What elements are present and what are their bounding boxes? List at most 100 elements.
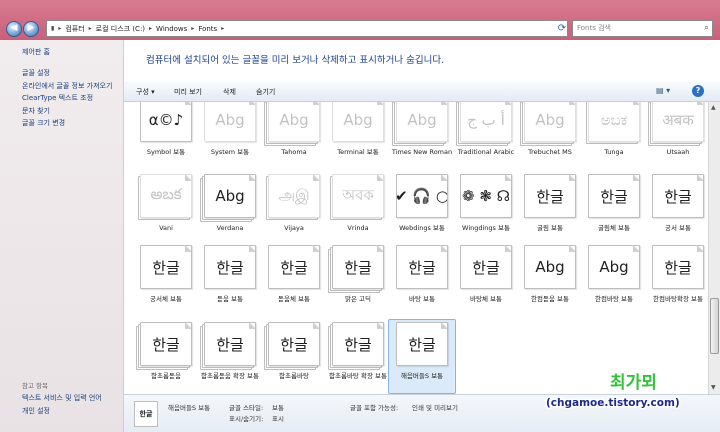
font-name-label: Webdings 보통 xyxy=(399,224,445,232)
font-name-label: 맑은 고딕 xyxy=(345,295,371,303)
get-font-info-online-link[interactable]: 온라인에서 글꼴 정보 가져오기 xyxy=(22,81,112,94)
forward-arrow-icon[interactable]: ▶ xyxy=(23,21,39,37)
font-sample-text: Abg xyxy=(343,111,373,129)
find-character-link[interactable]: 문자 찾기 xyxy=(22,106,112,119)
vertical-scrollbar[interactable]: ▲ ▼ xyxy=(708,102,720,394)
address-bar[interactable]: ▮ ▸ 컴퓨터 ▸ 로컬 디스크 (C:) ▸ Windows ▸ Fonts … xyxy=(46,20,568,37)
font-file-icon: 한글 xyxy=(524,174,576,218)
font-sample-text: অবক xyxy=(342,185,374,204)
font-name-label: 굴림체 보통 xyxy=(598,224,630,232)
font-sample-text: 한글 xyxy=(664,258,692,277)
font-name-label: 궁서체 보통 xyxy=(150,295,182,303)
font-file-icon: 한글 xyxy=(396,322,448,366)
scrollbar-thumb[interactable] xyxy=(710,298,719,354)
font-name-label: 한컴돋움 보통 xyxy=(531,295,569,303)
font-file-icon: 한글 xyxy=(652,245,704,289)
delete-button[interactable]: 삭제 xyxy=(223,87,236,97)
personalization-link[interactable]: 개인 설정 xyxy=(22,406,102,419)
selected-font-thumbnail: 한글 xyxy=(134,401,158,427)
preview-button[interactable]: 미리 보기 xyxy=(174,87,202,97)
font-file-icon: Abg xyxy=(332,102,384,142)
font-file-icon: அஇ xyxy=(268,174,320,218)
breadcrumb-fonts[interactable]: Fonts xyxy=(198,25,217,33)
font-sample-text: أ ب ج xyxy=(467,111,505,129)
font-sample-text: 한글 xyxy=(216,258,244,277)
font-sample-text: ✔ 🎧 ○ xyxy=(396,187,448,205)
see-also-heading: 참고 항목 xyxy=(22,382,48,390)
back-arrow-icon[interactable]: ◀ xyxy=(6,21,22,37)
font-sample-text: 한글 xyxy=(152,335,180,354)
font-name-label: Symbol 보통 xyxy=(146,148,186,156)
font-sample-text: 한글 xyxy=(280,258,308,277)
font-sample-text: Abg xyxy=(535,111,565,129)
font-name-label: 함초롬돋움 확장 보통 xyxy=(201,372,259,380)
font-sample-text: ❁ ❃ ☊ xyxy=(462,187,510,205)
left-task-pane: 제어판 홈 글꼴 설정 온라인에서 글꼴 정보 가져오기 ClearType 텍… xyxy=(0,40,124,432)
font-file-icon: 한글 xyxy=(332,322,384,366)
font-file-icon: 한글 xyxy=(460,245,512,289)
font-name-label: Traditional Arabic xyxy=(457,148,515,156)
breadcrumb-windows[interactable]: Windows xyxy=(156,25,187,33)
change-font-size-link[interactable]: 글꼴 크기 변경 xyxy=(22,118,112,131)
font-name-label: 한컴바탕 보통 xyxy=(595,295,633,303)
font-style-value: 보통 xyxy=(272,404,284,412)
breadcrumb-separator-icon[interactable]: ▸ xyxy=(149,25,152,32)
font-file-icon: 한글 xyxy=(332,245,384,289)
font-file-icon: অবক xyxy=(332,174,384,218)
font-name-label: 바탕체 보통 xyxy=(470,295,502,303)
watermark-url: (chgamoe.tistory.com) xyxy=(546,397,680,409)
font-file-icon: అబక xyxy=(140,174,192,218)
font-sample-text: α©♪ xyxy=(148,111,184,129)
visibility-label: 표시/숨기기: xyxy=(229,415,264,423)
font-sample-text: Abg xyxy=(279,111,309,129)
font-sample-text: 한글 xyxy=(280,335,308,354)
breadcrumb-separator-icon[interactable]: ▸ xyxy=(89,25,92,32)
font-name-label: Verdana xyxy=(216,224,244,232)
folder-icon: ▮ xyxy=(51,25,55,32)
font-settings-link[interactable]: 글꼴 설정 xyxy=(22,68,112,81)
view-options-icon[interactable]: ▤ ▾ xyxy=(656,86,670,95)
font-file-icon: ✔ 🎧 ○ xyxy=(396,174,448,218)
font-sample-text: Abg xyxy=(599,258,629,276)
font-name-label: 함초롬바탕 xyxy=(279,372,309,380)
font-file-icon: Abg xyxy=(524,102,576,142)
font-sample-text: 한글 xyxy=(216,335,244,354)
font-name-label: Vijaya xyxy=(284,224,304,232)
font-sample-text: 한글 xyxy=(408,258,436,277)
control-panel-home-link[interactable]: 제어판 홈 xyxy=(22,47,50,57)
font-file-icon: Abg xyxy=(396,102,448,142)
font-sample-text: 한글 xyxy=(344,335,372,354)
organize-button[interactable]: 구성 ▾ xyxy=(136,87,155,97)
visibility-value: 표시 xyxy=(272,415,284,423)
breadcrumb-local-disk[interactable]: 로컬 디스크 (C:) xyxy=(96,24,145,34)
font-sample-text: Abg xyxy=(535,258,565,276)
font-file-icon: أ ب ج xyxy=(460,102,512,142)
font-file-icon: 한글 xyxy=(268,245,320,289)
font-file-icon: Abg xyxy=(524,245,576,289)
font-name-label: 바탕 보통 xyxy=(409,295,435,303)
font-file-icon: 한글 xyxy=(140,245,192,289)
text-services-link[interactable]: 텍스트 서비스 및 입력 언어 xyxy=(22,393,102,406)
font-name-label: Tunga xyxy=(604,148,624,156)
search-icon[interactable]: ⌕ xyxy=(704,21,709,36)
scroll-up-icon[interactable]: ▲ xyxy=(711,104,716,111)
breadcrumb-computer[interactable]: 컴퓨터 xyxy=(65,24,84,34)
breadcrumb-separator-icon[interactable]: ▸ xyxy=(191,25,194,32)
font-file-icon: 한글 xyxy=(140,322,192,366)
fonts-grid: α©♪ Symbol 보통 Abg System 보통 Abg Tahoma Abg Term… xyxy=(124,102,708,394)
font-sample-text: 한글 xyxy=(600,187,628,206)
search-input[interactable]: Fonts 검색 ⌕ xyxy=(572,20,713,37)
font-sample-text: 한글 xyxy=(664,187,692,206)
font-name-label: Vani xyxy=(159,224,173,232)
hide-button[interactable]: 숨기기 xyxy=(256,87,275,97)
breadcrumb-separator-icon[interactable]: ▸ xyxy=(221,25,224,32)
refresh-icon[interactable]: ⟳ xyxy=(556,21,568,36)
font-name-label: 함초롬바탕 확장 보통 xyxy=(329,372,387,380)
font-name-label: Terminal 보통 xyxy=(337,148,379,156)
font-file-icon: Abg xyxy=(204,102,256,142)
adjust-cleartype-link[interactable]: ClearType 텍스트 조정 xyxy=(22,93,112,106)
font-name-label: System 보통 xyxy=(210,148,250,156)
font-name-label: 한컴바탕확장 보통 xyxy=(653,295,703,303)
font-style-label: 글꼴 스타일: xyxy=(229,404,264,412)
help-icon[interactable]: ? xyxy=(692,85,704,97)
